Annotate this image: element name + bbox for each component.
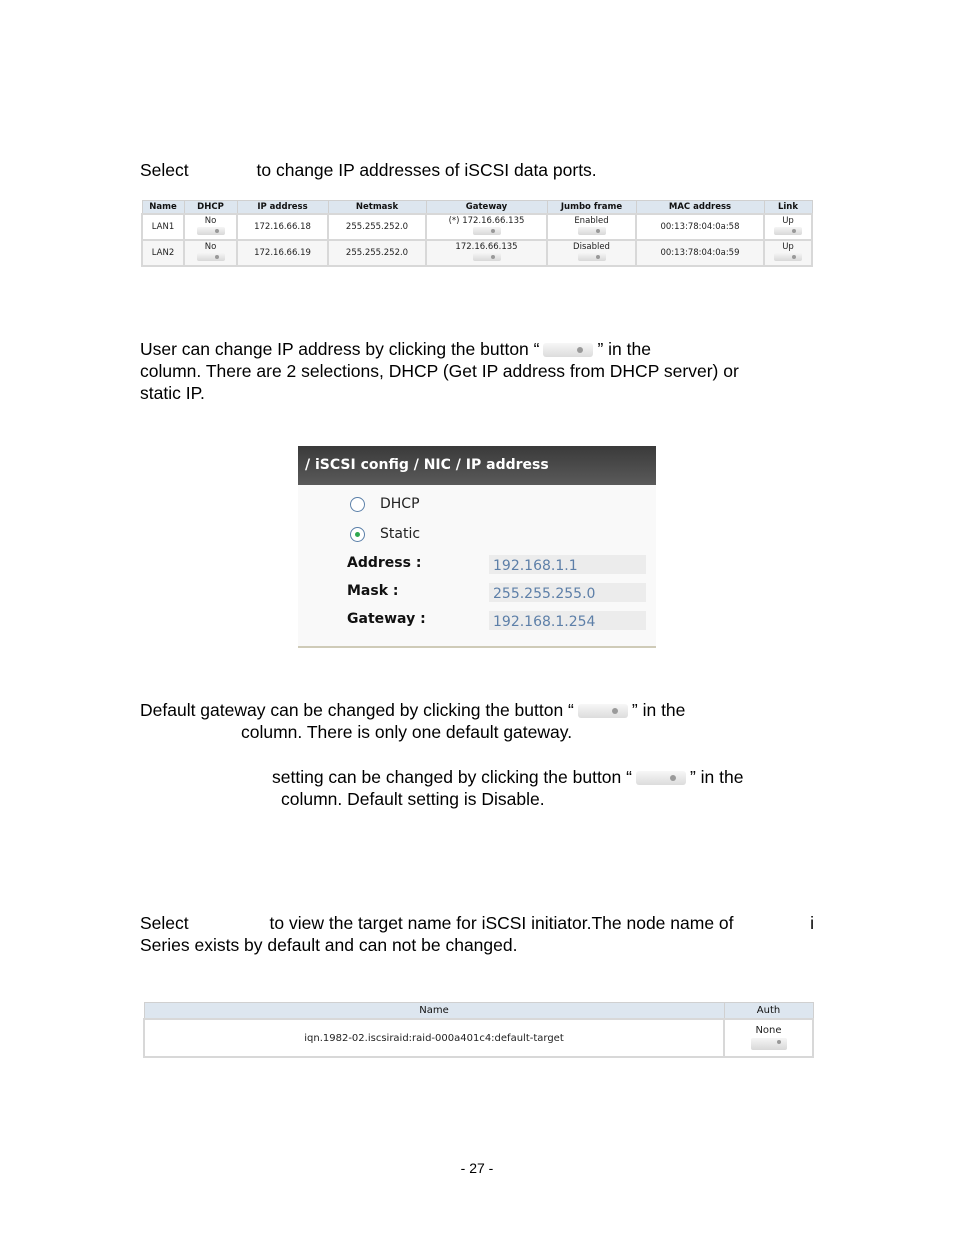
cell-dhcp: No [204,216,217,226]
para-gw-line1: Default gateway can be changed by clicki… [140,699,814,721]
text: ” in the [631,700,686,720]
radio-label: Static [380,526,421,542]
text: setting can be changed by clicking the b… [272,767,632,787]
cell-netmask: 255.255.252.0 [327,239,427,267]
cell-netmask: 255.255.252.0 [327,213,427,241]
text: to view the target name for iSCSI initia… [269,913,734,933]
radio-selected-icon[interactable] [350,526,365,542]
cell-mac: 00:13:78:04:0a:58 [635,213,765,241]
cell-dhcp: No [204,242,217,252]
gateway-button[interactable] [472,253,501,261]
col-link: Link [763,200,813,215]
auth-button[interactable] [750,1037,787,1050]
gateway-label: Gateway : [347,611,426,627]
cell-link: Up [782,216,794,226]
option-button-icon [543,343,594,358]
jumbo-button[interactable] [577,227,606,235]
cell-jumbo: Enabled [574,216,609,226]
option-button-icon [635,771,686,786]
cell-name: LAN2 [141,239,185,267]
para-node-line1: Select to view the target name for iSCSI… [140,912,814,934]
text: i [810,913,814,933]
col-dhcp: DHCP [183,200,238,215]
text: User can change IP address by clicking t… [140,339,540,359]
table-row: LAN1 No 172.16.66.18 255.255.252.0 (*) 1… [141,213,813,241]
panel-title: / iSCSI config / NIC / IP address [298,446,656,485]
para-jumbo-line1: setting can be changed by clicking the b… [272,766,743,788]
cell-mac: 00:13:78:04:0a:59 [635,239,765,267]
mask-label: Mask : [347,583,399,599]
cell-target-name: iqn.1982-02.iscsiraid:raid-000a401c4:def… [143,1018,725,1058]
text: Select [140,913,189,933]
cell-link: Up [782,242,794,252]
col-auth: Auth [723,1002,814,1020]
col-gateway: Gateway [425,200,548,215]
dhcp-button[interactable] [196,227,225,235]
mask-input[interactable]: 255.255.255.0 [489,583,646,602]
gateway-input[interactable]: 192.168.1.254 [489,611,646,630]
col-ip: IP address [236,200,329,215]
radio-static[interactable]: Static [350,526,420,542]
para-ip-line1: User can change IP address by clicking t… [140,338,814,360]
table-row: iqn.1982-02.iscsiraid:raid-000a401c4:def… [143,1018,814,1058]
address-label: Address : [347,555,422,571]
col-netmask: Netmask [327,200,427,215]
cell-ip: 172.16.66.18 [236,213,329,241]
para-ip-line3: static IP. [140,383,205,403]
address-input[interactable]: 192.168.1.1 [489,555,646,574]
cell-name: LAN1 [141,213,185,241]
jumbo-button[interactable] [577,253,606,261]
radio-dhcp[interactable]: DHCP [350,496,420,512]
table-row: LAN2 No 172.16.66.19 255.255.252.0 172.1… [141,239,813,267]
para-jumbo-line2: column. Default setting is Disable. [281,789,545,809]
cell-gateway: (*) 172.16.66.135 [448,216,525,226]
col-jumbo: Jumbo frame [546,200,637,215]
text: ” in the [597,339,651,359]
col-name: Name [141,200,185,215]
link-button[interactable] [774,227,802,235]
option-button-icon [577,704,628,719]
text: Default gateway can be changed by clicki… [140,700,574,720]
para-gw-line2: column. There is only one default gatewa… [241,722,573,742]
select-word: Select [140,160,189,180]
dhcp-button[interactable] [196,253,225,261]
cell-ip: 172.16.66.19 [236,239,329,267]
para-ip-line2: column. There are 2 selections, DHCP (Ge… [140,361,739,381]
col-mac: MAC address [635,200,765,215]
gateway-button[interactable] [472,227,501,235]
ip-address-panel: / iSCSI config / NIC / IP address DHCP S… [298,446,656,648]
cell-gateway: 172.16.66.135 [455,242,518,252]
col-target-name: Name [143,1002,725,1020]
link-button[interactable] [774,253,802,261]
intro-text: Select to change IP addresses of iSCSI d… [140,159,597,181]
radio-icon[interactable] [350,496,365,512]
cell-jumbo: Disabled [573,242,610,252]
cell-auth: None [755,1024,782,1036]
intro-rest: to change IP addresses of iSCSI data por… [256,160,597,180]
radio-label: DHCP [380,496,420,512]
text: ” in the [689,767,744,787]
target-table: Name Auth iqn.1982-02.iscsiraid:raid-000… [143,1002,814,1058]
nic-table: Name DHCP IP address Netmask Gateway Jum… [141,200,813,267]
para-node-line2: Series exists by default and can not be … [140,935,518,955]
page-number: - 27 - [460,1160,494,1176]
